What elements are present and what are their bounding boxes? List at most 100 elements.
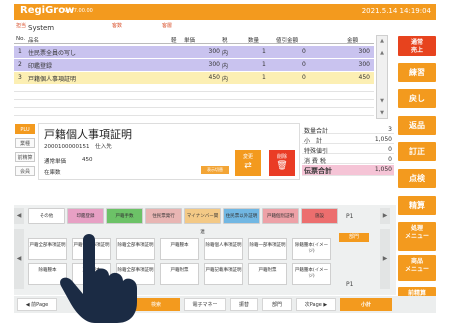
stock-row: 在庫数 — [44, 168, 61, 176]
tag-pre-settle[interactable]: 前精算 — [15, 152, 35, 162]
category-tab[interactable]: 戸籍個別証明 — [262, 208, 299, 224]
register-list: 担当 System 客数 客層 No. 品名 軽 単価 税 数量 値引金額 金額… — [14, 21, 374, 118]
subtotal: 小 計 1,050 — [302, 135, 394, 145]
subtotal-button[interactable]: 小計 — [340, 298, 392, 311]
scroll-top-icon[interactable]: ▲ — [377, 36, 387, 46]
row-amount: 300 — [358, 61, 370, 68]
function-button[interactable]: 商品 メニュー — [398, 255, 436, 281]
row-name: 印鑑登録 — [28, 63, 53, 70]
tag-member[interactable]: 会員 — [15, 166, 35, 176]
product-key[interactable]: 戸籍謄本 — [160, 238, 199, 260]
special-discount: 特殊値引 0 — [302, 145, 394, 155]
row-no: 3 — [18, 74, 22, 81]
stock-label: 在庫数 — [44, 170, 61, 176]
product-key[interactable]: 戸籍謄本(イメージ) — [292, 263, 331, 285]
function-button[interactable]: 練習 — [398, 63, 436, 82]
total-value: 0 — [388, 146, 392, 153]
keys-next-icon[interactable]: ▶ — [380, 229, 390, 289]
total-value: 1,050 — [374, 136, 392, 143]
category-tab[interactable]: 住民票発行 — [145, 208, 182, 224]
row-discount: 0 — [302, 48, 306, 55]
table-row[interactable]: 2 印鑑登録 300 内 1 0 300 — [14, 59, 374, 71]
change-button[interactable]: 変更 ⇄ — [235, 150, 261, 176]
scroll-bottom-icon[interactable]: ▼ — [377, 108, 387, 118]
tab-next-icon[interactable]: ▶ — [380, 208, 390, 224]
col-discount: 値引金額 — [276, 38, 299, 44]
delete-label: 削除 — [276, 154, 287, 160]
row-amount: 450 — [358, 74, 370, 81]
row-amount: 300 — [358, 48, 370, 55]
delete-button[interactable]: 削除 🗑 — [269, 150, 295, 176]
product-key[interactable]: 戸籍附票 — [248, 263, 287, 285]
row-qty: 1 — [262, 74, 266, 81]
product-code-value: 2000100000151 — [44, 144, 90, 150]
row-unit-price: 450 — [208, 74, 220, 81]
scroll-up-icon[interactable]: ▲ — [377, 48, 387, 58]
app-version: Ver 7.00.00 — [64, 8, 93, 14]
table-row[interactable]: 1 住民票全員の写し 300 内 1 0 300 — [14, 46, 374, 58]
row-tax: 内 — [222, 50, 229, 57]
function-button[interactable]: 通常 売上 — [398, 36, 436, 56]
function-button[interactable]: 訂正 — [398, 142, 436, 161]
next-page-button[interactable]: 次Page ▶ — [296, 298, 336, 311]
tag-category[interactable]: 業種 — [15, 138, 35, 148]
row-name: 住民票全員の写し — [28, 50, 77, 57]
tag-plu[interactable]: PLU — [15, 124, 35, 134]
category-tab[interactable]: 印鑑登録 — [67, 208, 104, 224]
row-discount: 0 — [302, 61, 306, 68]
col-qty: 数量 — [248, 38, 260, 44]
table-row[interactable]: 3 戸籍個人事項証明 450 内 1 0 450 — [14, 72, 374, 84]
row-no: 1 — [18, 48, 22, 55]
product-key[interactable]: 除籍個人事項証明 — [204, 238, 243, 260]
pos-screen: RegiGrow Ver 7.00.00 2021.5.14 14:19:04 … — [0, 0, 450, 323]
display-toggle-button[interactable]: 表示切替 — [201, 166, 229, 174]
empty-row — [14, 85, 374, 92]
staff-name: System — [28, 24, 55, 32]
total-label: 消 費 税 — [304, 158, 326, 165]
hand-pointer-icon — [60, 234, 137, 323]
category-tab[interactable]: 住民票以外証明 — [223, 208, 260, 224]
product-panel: PLU 業種 前精算 会員 戸籍個人事項証明 2000100000151 仕入先… — [14, 123, 300, 180]
register-header: No. 品名 軽 単価 税 数量 値引金額 金額 — [14, 35, 374, 44]
category-bottom-button[interactable]: 部門 — [262, 298, 292, 311]
staff-label: 担当 — [16, 23, 27, 29]
transfer-button[interactable]: 振替 — [230, 298, 258, 311]
customer-type-label: 客層 — [162, 23, 173, 29]
change-label: 変更 — [242, 154, 253, 160]
col-type: 軽 — [171, 38, 177, 44]
product-key[interactable]: 戸籍附票 — [160, 263, 199, 285]
category-tab[interactable]: その他 — [28, 208, 65, 224]
category-tab[interactable]: 施設 — [301, 208, 338, 224]
total-label: 特殊値引 — [304, 148, 329, 155]
consumption-tax: 消 費 税 0 — [302, 155, 394, 165]
slip-total: 伝票合計 1,050 — [302, 165, 394, 176]
totals-panel: 数量合計 3 小 計 1,050 特殊値引 0 消 費 税 0 伝票合計 1,050 — [300, 123, 394, 180]
function-button[interactable]: 点検 — [398, 169, 436, 188]
category-tab[interactable]: マイナンバー関連 — [184, 208, 221, 235]
col-unit-price: 単価 — [184, 38, 196, 44]
function-button[interactable]: 返品 — [398, 116, 436, 135]
datetime: 2021.5.14 14:19:04 — [361, 7, 431, 15]
tab-prev-icon[interactable]: ◀ — [14, 208, 24, 224]
row-unit-price: 300 — [208, 48, 220, 55]
product-key[interactable]: 除籍謄本(イメージ) — [292, 238, 331, 260]
total-value: 1,050 — [374, 166, 392, 173]
category-tab[interactable]: 戸籍手数 — [106, 208, 143, 224]
prev-page-button[interactable]: ◀ 前Page — [17, 298, 57, 311]
scroll-down-icon[interactable]: ▼ — [377, 96, 387, 106]
product-key[interactable]: 除籍一部事項証明 — [248, 238, 287, 260]
product-key[interactable]: 戸籍記載事項証明 — [204, 263, 243, 285]
row-discount: 0 — [302, 74, 306, 81]
category-button[interactable]: 部門 — [339, 233, 369, 242]
function-button[interactable]: 精算 — [398, 196, 436, 215]
emoney-button[interactable]: 電子マネー — [184, 298, 226, 311]
tab-page-indicator: P1 — [346, 213, 354, 220]
total-label: 数量合計 — [304, 128, 329, 135]
keys-prev-icon[interactable]: ◀ — [14, 229, 24, 289]
row-tax: 内 — [222, 63, 229, 70]
function-button[interactable]: 処理 メニュー — [398, 222, 436, 251]
register-scrollbar[interactable]: ▲ ▲ ▼ ▼ — [376, 35, 388, 119]
function-button[interactable]: 戻し — [398, 89, 436, 108]
empty-row — [14, 101, 374, 108]
total-label: 小 計 — [304, 138, 323, 145]
